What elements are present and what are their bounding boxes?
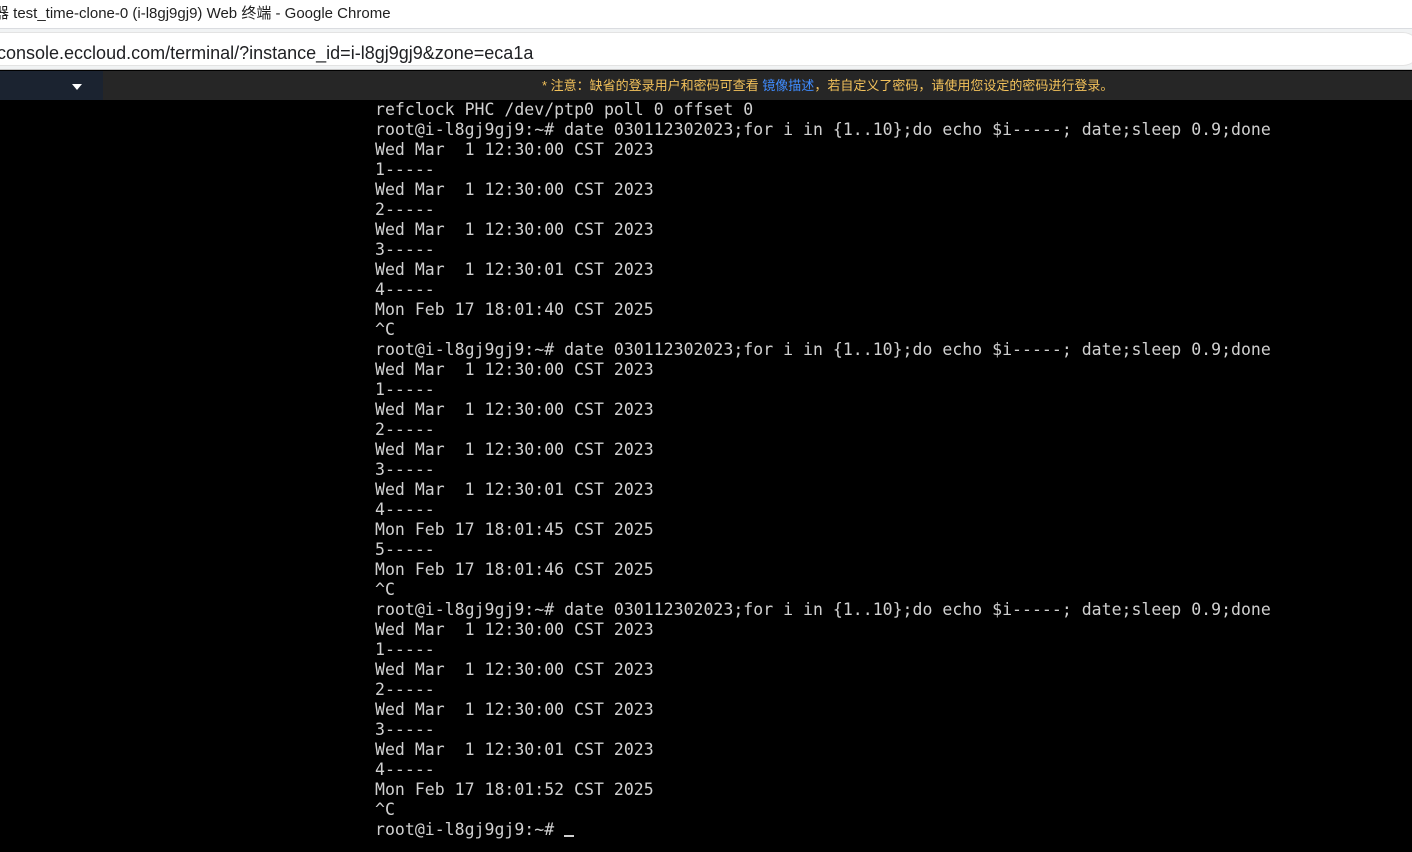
address-bar: console.eccloud.com/terminal/?instance_i… [0, 28, 1412, 70]
terminal-line: Wed Mar 1 12:30:00 CST 2023 [375, 700, 654, 719]
terminal-line: 5----- [375, 540, 435, 559]
terminal-line: 1----- [375, 380, 435, 399]
terminal-line: Mon Feb 17 18:01:40 CST 2025 [375, 300, 654, 319]
terminal-output: refclock PHC /dev/ptp0 poll 0 offset 0 ro… [375, 100, 1271, 840]
browser-window: 器 test_time-clone-0 (i-l8gj9gj9) Web 终端 … [0, 0, 1412, 852]
terminal-line: Wed Mar 1 12:30:00 CST 2023 [375, 660, 654, 679]
terminal-line: 3----- [375, 460, 435, 479]
terminal-screen[interactable]: refclock PHC /dev/ptp0 poll 0 offset 0 ro… [0, 100, 1412, 852]
terminal-line: Mon Feb 17 18:01:52 CST 2025 [375, 780, 654, 799]
terminal-line: root@i-l8gj9gj9:~# date 030112302023;for… [375, 600, 1271, 619]
terminal-line: 4----- [375, 760, 435, 779]
terminal-prompt: root@i-l8gj9gj9:~# [375, 820, 555, 839]
terminal-line: Wed Mar 1 12:30:01 CST 2023 [375, 480, 654, 499]
terminal-line: 1----- [375, 640, 435, 659]
terminal-line: 1----- [375, 160, 435, 179]
terminal-line: 3----- [375, 720, 435, 739]
url-field[interactable]: console.eccloud.com/terminal/?instance_i… [0, 32, 1412, 66]
terminal-line: Wed Mar 1 12:30:00 CST 2023 [375, 180, 654, 199]
terminal-line: root@i-l8gj9gj9:~# date 030112302023;for… [375, 120, 1271, 139]
terminal-line: root@i-l8gj9gj9:~# date 030112302023;for… [375, 340, 1271, 359]
window-title: 器 test_time-clone-0 (i-l8gj9gj9) Web 终端 … [0, 5, 391, 22]
terminal-line: Wed Mar 1 12:30:00 CST 2023 [375, 140, 654, 159]
terminal-line: 4----- [375, 500, 435, 519]
terminal-line: ^C [375, 580, 395, 599]
terminal-line: Mon Feb 17 18:01:45 CST 2025 [375, 520, 654, 539]
terminal-line: Wed Mar 1 12:30:00 CST 2023 [375, 360, 654, 379]
terminal-line: 4----- [375, 280, 435, 299]
terminal-line: refclock PHC /dev/ptp0 poll 0 offset 0 [375, 100, 754, 119]
terminal-cursor [564, 835, 575, 837]
terminal-line: 2----- [375, 200, 435, 219]
terminal-line: ^C [375, 800, 395, 819]
terminal-line: Wed Mar 1 12:30:00 CST 2023 [375, 220, 654, 239]
terminal-line: Wed Mar 1 12:30:01 CST 2023 [375, 740, 654, 759]
terminal-line: Wed Mar 1 12:30:00 CST 2023 [375, 620, 654, 639]
terminal-line: Mon Feb 17 18:01:46 CST 2025 [375, 560, 654, 579]
notice-suffix: ，若自定义了密码，请使用您设定的密码进行登录。 [814, 78, 1114, 93]
terminal-prompt-line: root@i-l8gj9gj9:~# [375, 820, 1271, 840]
terminal-line: 2----- [375, 420, 435, 439]
notice-bar: * 注意：缺省的登录用户和密码可查看 镜像描述，若自定义了密码，请使用您设定的密… [0, 71, 1412, 100]
notice-prefix: * 注意：缺省的登录用户和密码可查看 [542, 78, 763, 93]
url-text[interactable]: console.eccloud.com/terminal/?instance_i… [0, 38, 533, 68]
terminal-line: Wed Mar 1 12:30:01 CST 2023 [375, 260, 654, 279]
terminal-line: 2----- [375, 680, 435, 699]
login-notice: * 注意：缺省的登录用户和密码可查看 镜像描述，若自定义了密码，请使用您设定的密… [542, 71, 1113, 100]
terminal-line: ^C [375, 320, 395, 339]
window-title-bar[interactable]: 器 test_time-clone-0 (i-l8gj9gj9) Web 终端 … [0, 0, 1412, 28]
image-description-link[interactable]: 镜像描述 [762, 78, 814, 93]
chevron-down-icon [72, 84, 82, 90]
instance-selector-dropdown[interactable] [0, 71, 103, 100]
terminal-line: 3----- [375, 240, 435, 259]
terminal-line: Wed Mar 1 12:30:00 CST 2023 [375, 440, 654, 459]
terminal-line: Wed Mar 1 12:30:00 CST 2023 [375, 400, 654, 419]
